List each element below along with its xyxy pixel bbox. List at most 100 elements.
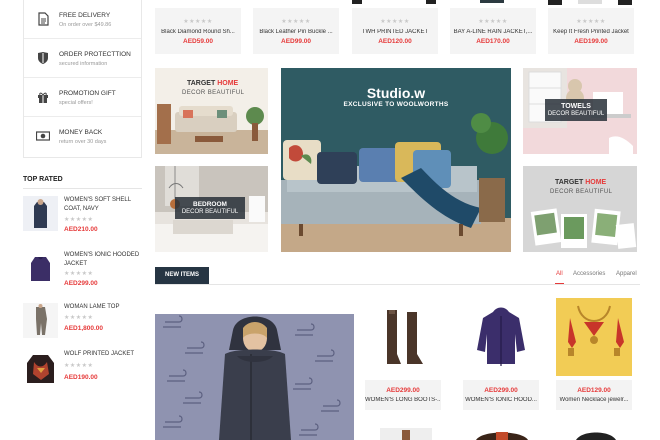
- top-rated-item[interactable]: WOMEN'S IONIC HOODED JACKET ★★★★★ AED299…: [23, 251, 142, 295]
- banner-subtitle: DECOR BEAUTIFUL: [181, 209, 239, 215]
- filter-apparel[interactable]: Apparel: [616, 271, 637, 277]
- rating-stars: ★★★★★: [380, 19, 410, 25]
- product-name[interactable]: BAY A-LINE RAIN JACKET,...: [450, 29, 536, 35]
- product-price: AED120.00: [378, 38, 412, 45]
- banner-title: TARGET HOME: [555, 179, 606, 186]
- product-card[interactable]: AED299.00 WOMEN'S LONG BOOTS-...: [365, 298, 441, 412]
- product-price: AED59.00: [183, 38, 213, 45]
- product-name[interactable]: Keep It Fresh Printed Jacket: [548, 29, 634, 35]
- banner-title: BEDROOM: [193, 201, 227, 208]
- banner-brand-title: Studio.w: [366, 85, 426, 101]
- banner-title: TOWELS: [561, 103, 591, 110]
- document-icon: [38, 12, 49, 26]
- product-card[interactable]: ★★★★★ Black Leather Pin Buckle ... AED99…: [253, 8, 339, 54]
- banner-studio[interactable]: Studio.w EXCLUSIVE TO WOOLWORTHS: [281, 68, 511, 252]
- product-image[interactable]: [450, 0, 534, 6]
- product-thumbnail[interactable]: [23, 303, 58, 338]
- rating-stars: ★★★★★: [64, 271, 94, 277]
- top-rated-item[interactable]: WOMEN'S SOFT SHELL COAT, NAVY ★★★★★ AED2…: [23, 196, 142, 240]
- shield-icon: [38, 52, 48, 64]
- product-info: [463, 380, 539, 410]
- banner-target-home-2[interactable]: TARGET HOME DECOR BEAUTIFUL: [523, 166, 637, 252]
- service-subtitle: return over 30 days: [59, 139, 107, 145]
- product-name[interactable]: Women Necklace jewelr...: [556, 397, 632, 403]
- service-title: PROMOTION GIFT: [59, 90, 116, 97]
- services-box: FREE DELIVERY On order over $49.86 ORDER…: [23, 0, 142, 158]
- product-price: AED99.00: [281, 38, 311, 45]
- divider: [23, 188, 142, 189]
- service-title: ORDER PROTECTTION: [59, 51, 131, 58]
- product-price: AED299.00: [484, 387, 518, 394]
- service-title: FREE DELIVERY: [59, 12, 111, 19]
- banner-subtitle: EXCLUSIVE TO WOOLWORTHS: [343, 101, 449, 108]
- product-card[interactable]: ★★★★★ BAY A-LINE RAIN JACKET,... AED170.…: [450, 8, 536, 54]
- product-price: AED1,800.00: [64, 325, 104, 332]
- product-image[interactable]: [470, 428, 534, 440]
- product-price: AED299.00: [386, 387, 420, 394]
- service-subtitle: secured information: [59, 61, 108, 67]
- product-card[interactable]: AED299.00 WOMEN'S IONIC HOOD...: [463, 298, 539, 412]
- money-icon: [36, 131, 50, 141]
- product-thumbnail[interactable]: [23, 196, 58, 231]
- gift-icon: [38, 92, 48, 103]
- filter-accessories[interactable]: Accessories: [573, 271, 605, 277]
- rating-stars: ★★★★★: [183, 19, 213, 25]
- product-image[interactable]: [380, 428, 432, 440]
- product-name[interactable]: Black Diamond Round Sh...: [155, 29, 241, 35]
- product-thumbnail[interactable]: [23, 251, 58, 286]
- service-money-back: MONEY BACK return over 30 days: [24, 117, 141, 156]
- banner-title-accent: HOME: [217, 80, 239, 87]
- service-subtitle: special offers!: [59, 100, 93, 106]
- product-price: AED170.00: [476, 38, 510, 45]
- product-image[interactable]: [365, 298, 441, 376]
- tab-new-items[interactable]: NEW ITEMS: [155, 267, 209, 284]
- banner-label-box: TOWELS DECOR BEAUTIFUL: [545, 99, 607, 121]
- product-name[interactable]: WOMEN'S IONIC HOODED JACKET: [64, 251, 142, 269]
- rating-stars: ★★★★★: [64, 315, 94, 321]
- banner-bedroom[interactable]: BEDROOM DECOR BEAUTIFUL: [155, 166, 268, 252]
- service-title: MONEY BACK: [59, 129, 103, 136]
- product-name[interactable]: WOMEN'S IONIC HOOD...: [463, 397, 539, 403]
- product-name[interactable]: Woman Lame Top: [64, 303, 142, 312]
- banner-title-part: TARGET: [187, 80, 216, 87]
- filter-all[interactable]: All: [556, 271, 563, 277]
- product-thumbnail[interactable]: [23, 350, 58, 385]
- product-name[interactable]: WOLF Printed Jacket: [64, 350, 142, 359]
- product-card[interactable]: ★★★★★ Black Diamond Round Sh... AED59.00: [155, 8, 241, 54]
- banner-towels[interactable]: TOWELS DECOR BEAUTIFUL: [523, 68, 637, 154]
- service-promotion-gift: PROMOTION GIFT special offers!: [24, 78, 141, 117]
- banner-subtitle: DECOR BEAUTIFUL: [550, 189, 613, 195]
- product-price: AED199.00: [574, 38, 608, 45]
- featured-model-image: [155, 314, 354, 440]
- top-rated-heading: TOP RATED: [23, 176, 63, 183]
- rating-stars: ★★★★★: [64, 363, 94, 369]
- featured-new-item[interactable]: [155, 314, 354, 440]
- rating-stars: ★★★★★: [64, 217, 94, 223]
- service-free-delivery: FREE DELIVERY On order over $49.86: [24, 0, 141, 39]
- banner-title-part: TARGET: [555, 179, 584, 186]
- product-price: AED129.00: [577, 387, 611, 394]
- top-rated-item[interactable]: Woman Lame Top ★★★★★ AED1,800.00: [23, 303, 142, 347]
- service-order-protection: ORDER PROTECTTION secured information: [24, 39, 141, 78]
- banner-subtitle: DECOR BEAUTIFUL: [547, 111, 605, 117]
- product-image[interactable]: [570, 428, 622, 440]
- product-name[interactable]: Black Leather Pin Buckle ...: [253, 29, 339, 35]
- banner-target-home[interactable]: TARGET HOME DECOR BEAUTIFUL: [155, 68, 268, 154]
- product-price: AED190.00: [64, 374, 98, 381]
- service-subtitle: On order over $49.86: [59, 22, 112, 28]
- product-card[interactable]: ★★★★★ Keep It Fresh Printed Jacket AED19…: [548, 8, 634, 54]
- product-name[interactable]: WOMEN'S LONG BOOTS-...: [365, 397, 441, 403]
- product-image[interactable]: [548, 0, 632, 6]
- product-card[interactable]: ★★★★★ TWH PRINTED JACKET AED120.00: [352, 8, 438, 54]
- product-image[interactable]: [556, 298, 632, 376]
- product-name[interactable]: WOMEN'S SOFT SHELL COAT, NAVY: [64, 196, 142, 214]
- product-info: [556, 380, 632, 410]
- divider: [155, 284, 640, 285]
- product-image[interactable]: [352, 0, 436, 6]
- product-card[interactable]: AED129.00 Women Necklace jewelr...: [556, 298, 632, 412]
- product-image[interactable]: [463, 298, 539, 376]
- banner-title-accent: HOME: [585, 179, 607, 186]
- product-info: [365, 380, 441, 410]
- top-rated-item[interactable]: WOLF Printed Jacket ★★★★★ AED190.00: [23, 350, 142, 394]
- product-name[interactable]: TWH PRINTED JACKET: [352, 29, 438, 35]
